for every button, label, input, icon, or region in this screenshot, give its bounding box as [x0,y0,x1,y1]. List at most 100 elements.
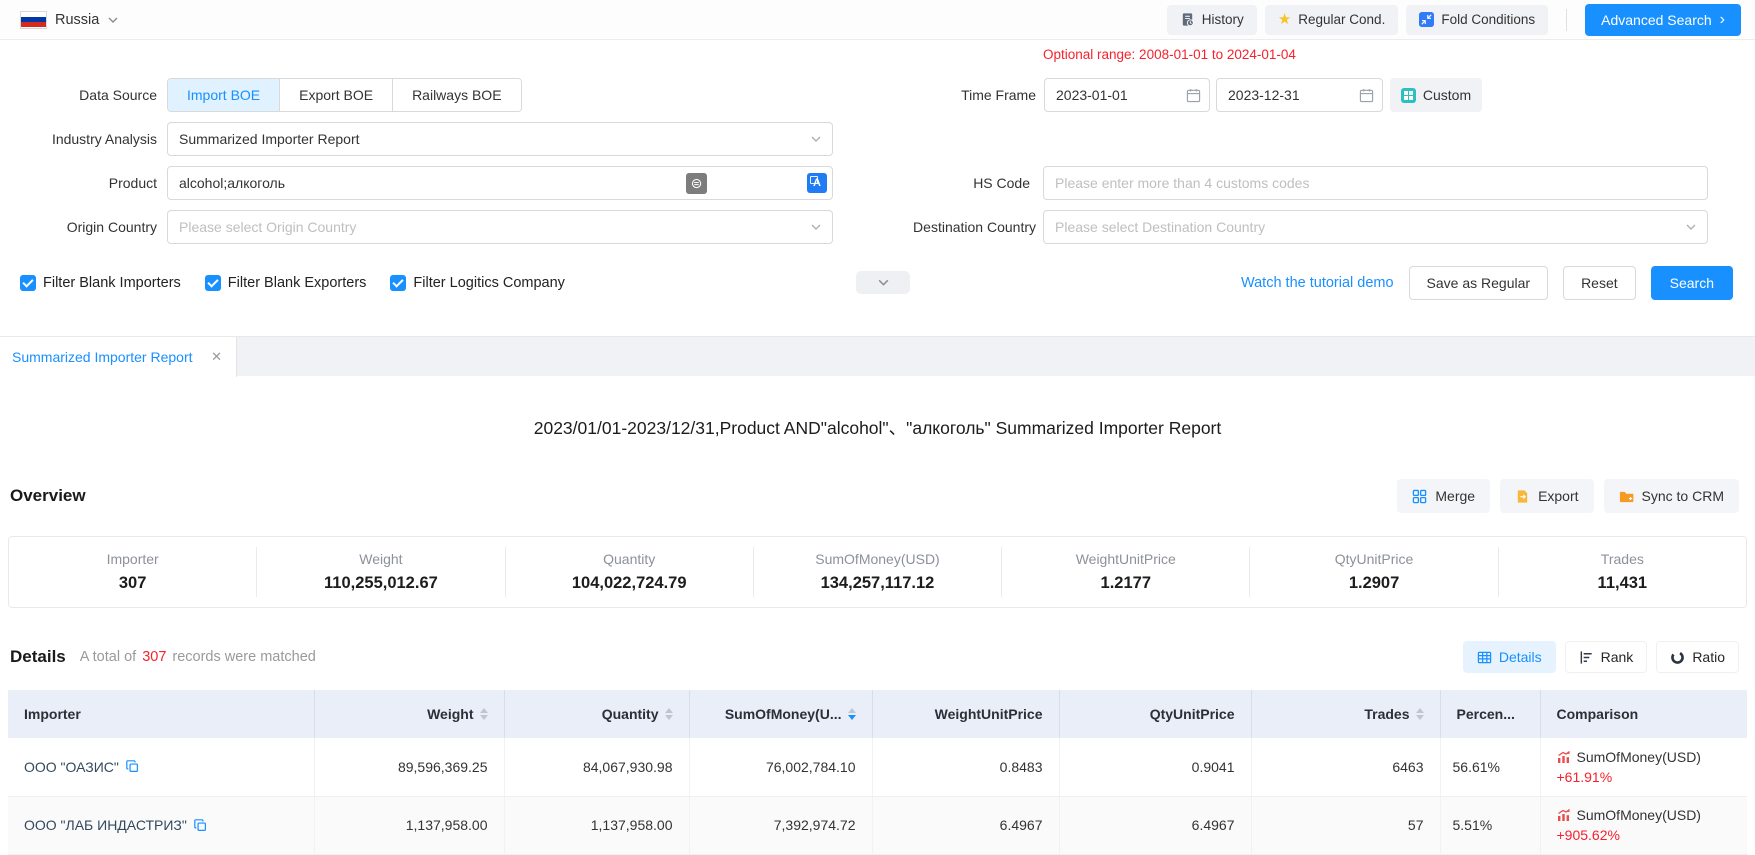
advanced-search-button[interactable]: Advanced Search › [1585,4,1741,36]
sort-icon[interactable] [480,708,488,720]
topbar-actions: History ★ Regular Cond. Fold Conditions … [1167,4,1741,36]
col-quantity[interactable]: Quantity [504,690,689,738]
exact-match-icon[interactable]: ⊜ [686,173,707,194]
sum-of-money-cell: 76,002,784.10 [689,738,872,796]
calendar-icon [1186,88,1201,103]
sort-icon[interactable] [665,708,673,720]
sort-icon[interactable] [1416,708,1424,720]
calendar-icon [1359,88,1374,103]
data-source-tabs: Import BOE Export BOE Railways BOE [167,78,522,112]
export-button[interactable]: Export [1500,479,1593,513]
sync-to-crm-button[interactable]: Sync to CRM [1604,479,1739,513]
collapse-conditions-button[interactable] [856,271,910,294]
end-date-input[interactable] [1216,78,1383,112]
details-table: Importer Weight Quantity SumOfMoney(U...… [8,690,1747,855]
origin-country-select[interactable]: Please select Origin Country [167,210,833,244]
history-button[interactable]: History [1167,5,1257,35]
tab-label: Summarized Importer Report [12,349,209,365]
translate-icon[interactable]: A [807,173,827,193]
destination-country-placeholder: Please select Destination Country [1055,219,1696,235]
stat-weight: Weight 110,255,012.67 [257,547,505,597]
chevron-right-icon: › [1720,11,1725,29]
regular-cond-label: Regular Cond. [1298,12,1385,27]
filter-blank-exporters-checkbox[interactable]: Filter Blank Exporters [205,275,367,291]
tab-railways-boe[interactable]: Railways BOE [392,79,520,111]
importer-name[interactable]: ООО "ЛАБ ИНДАСТРИЗ" [24,817,187,833]
industry-analysis-label: Industry Analysis [0,131,167,147]
filter-checkboxes: Filter Blank Importers Filter Blank Expo… [0,275,565,291]
stat-weight-unit-price: WeightUnitPrice 1.2177 [1002,547,1250,597]
copy-icon[interactable] [194,819,207,832]
col-weight-label: Weight [427,706,473,722]
view-details-button[interactable]: Details [1463,641,1556,673]
filters-row: Filter Blank Importers Filter Blank Expo… [0,266,1755,300]
optional-range-hint: Optional range: 2008-01-01 to 2024-01-04 [1043,47,1296,62]
checkbox-checked-icon [205,275,221,291]
regular-cond-button[interactable]: ★ Regular Cond. [1265,5,1399,35]
summary-suffix: records were matched [172,649,315,665]
col-weight[interactable]: Weight [314,690,504,738]
sort-icon-active-desc[interactable] [848,708,856,720]
copy-icon[interactable] [126,760,139,773]
filter-blank-importers-label: Filter Blank Importers [43,275,181,291]
stat-label: Importer [9,551,256,567]
form-actions: Watch the tutorial demo Save as Regular … [1241,266,1733,300]
product-input[interactable] [167,166,833,200]
records-count: 307 [142,649,166,665]
col-trades[interactable]: Trades [1251,690,1440,738]
qty-unit-price-cell: 0.9041 [1059,738,1251,796]
merge-button[interactable]: Merge [1397,479,1490,513]
fold-conditions-button[interactable]: Fold Conditions [1406,5,1548,35]
save-as-regular-button[interactable]: Save as Regular [1409,266,1549,300]
overview-stats-card: Importer 307 Weight 110,255,012.67 Quant… [8,536,1747,608]
col-percentage-label: Percen... [1457,706,1515,722]
qty-unit-price-cell: 6.4967 [1059,796,1251,854]
reset-button[interactable]: Reset [1563,266,1636,300]
weight-cell: 89,596,369.25 [314,738,504,796]
tab-summarized-importer-report[interactable]: Summarized Importer Report ✕ [0,337,237,377]
search-button[interactable]: Search [1651,266,1733,300]
trend-chart-icon [1557,808,1571,822]
col-percentage: Percen... [1440,690,1540,738]
summary-prefix: A total of [80,649,136,665]
product-field-wrap: A [167,166,833,200]
destination-country-select[interactable]: Please select Destination Country [1043,210,1708,244]
tutorial-link[interactable]: Watch the tutorial demo [1241,275,1394,291]
stat-value: 307 [9,574,256,593]
stat-importer: Importer 307 [9,547,257,597]
importer-name[interactable]: ООО "ОАЗИС" [24,759,119,775]
trend-chart-icon [1557,750,1571,764]
search-form: Optional range: 2008-01-01 to 2024-01-04… [0,40,1755,336]
export-label: Export [1538,488,1578,504]
stat-qty-unit-price: QtyUnitPrice 1.2907 [1250,547,1498,597]
industry-analysis-select[interactable]: Summarized Importer Report [167,122,833,156]
filter-logitics-company-checkbox[interactable]: Filter Logitics Company [390,275,565,291]
stat-label: Quantity [506,551,753,567]
comparison-change: +905.62% [1557,827,1732,843]
origin-country-label: Origin Country [0,219,167,235]
col-comparison-label: Comparison [1557,706,1639,722]
chevron-down-icon [810,133,822,145]
product-row: Product A ⊜ HS Code [0,166,1755,200]
tab-export-boe[interactable]: Export BOE [279,79,392,111]
product-label: Product [0,175,167,191]
country-selector[interactable]: Russia [20,11,119,29]
col-sum-of-money[interactable]: SumOfMoney(U... [689,690,872,738]
filter-blank-importers-checkbox[interactable]: Filter Blank Importers [20,275,181,291]
hs-code-input[interactable] [1043,166,1708,200]
sync-folder-icon [1619,489,1634,504]
percentage-cell: 56.61% [1440,738,1540,796]
custom-range-button[interactable]: Custom [1390,78,1482,112]
view-rank-button[interactable]: Rank [1565,641,1648,673]
checkbox-checked-icon [390,275,406,291]
stat-label: QtyUnitPrice [1250,551,1497,567]
chevron-down-icon [1685,221,1697,233]
tab-import-boe[interactable]: Import BOE [168,79,279,111]
view-ratio-button[interactable]: Ratio [1656,641,1739,673]
stat-value: 104,022,724.79 [506,574,753,593]
russia-flag-icon [20,11,47,29]
result-tabbar: Summarized Importer Report ✕ [0,336,1755,376]
close-icon[interactable]: ✕ [209,347,224,367]
hs-code-label: HS Code [830,175,1030,191]
origin-country-placeholder: Please select Origin Country [179,219,821,235]
